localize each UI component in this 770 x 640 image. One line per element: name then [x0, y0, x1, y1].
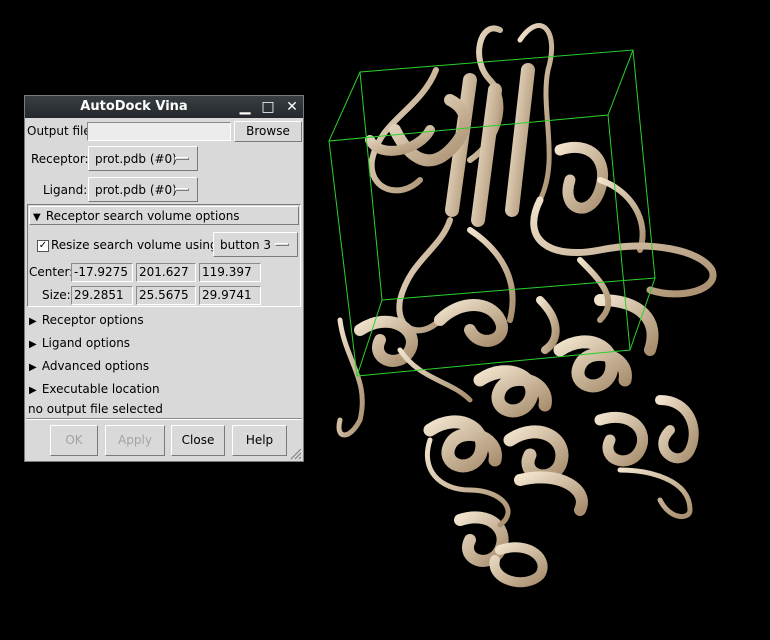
autodock-vina-dialog: AutoDock Vina ▁ □ ✕ Output file: Browse …: [24, 95, 304, 462]
size-y-input[interactable]: 25.5675: [136, 286, 196, 305]
receptor-options-label: Receptor options: [41, 313, 144, 327]
dialog-title: AutoDock Vina: [80, 99, 188, 114]
expand-triangle-icon: ▶: [29, 385, 37, 396]
center-label: Center:: [29, 265, 74, 279]
executable-location-section[interactable]: ▶ Executable location: [29, 382, 160, 396]
receptor-label: Receptor:: [31, 152, 89, 166]
receptor-value: prot.pdb (#0): [95, 152, 177, 166]
output-file-label: Output file:: [27, 124, 95, 138]
button-separator: [26, 418, 302, 420]
dialog-titlebar[interactable]: AutoDock Vina ▁ □ ✕: [25, 96, 303, 118]
apply-button[interactable]: Apply: [105, 425, 165, 456]
size-x-input[interactable]: 29.2851: [71, 286, 133, 305]
minimize-icon[interactable]: ▁: [236, 98, 254, 116]
size-label: Size:: [42, 288, 71, 302]
ligand-select[interactable]: prot.pdb (#0): [88, 177, 198, 202]
resize-volume-checkbox[interactable]: ✓: [37, 240, 49, 252]
close-icon[interactable]: ✕: [283, 98, 301, 116]
size-z-input[interactable]: 29.9741: [199, 286, 261, 305]
search-volume-header-label: Receptor search volume options: [45, 209, 240, 223]
center-y-input[interactable]: 201.627: [136, 263, 196, 282]
collapse-triangle-icon: ▼: [33, 212, 41, 223]
help-button[interactable]: Help: [232, 425, 287, 456]
ligand-label: Ligand:: [43, 183, 88, 197]
maximize-icon[interactable]: □: [259, 98, 277, 116]
expand-triangle-icon: ▶: [29, 362, 37, 373]
expand-triangle-icon: ▶: [29, 316, 37, 327]
resize-grip-icon[interactable]: [290, 448, 302, 460]
close-button[interactable]: Close: [171, 425, 225, 456]
executable-location-label: Executable location: [41, 382, 160, 396]
option-menu-indicator-icon: [175, 188, 189, 191]
resize-volume-label: Resize search volume using: [51, 238, 218, 252]
ligand-value: prot.pdb (#0): [95, 183, 177, 197]
ligand-options-section[interactable]: ▶ Ligand options: [29, 336, 130, 350]
status-text: no output file selected: [28, 402, 163, 416]
expand-triangle-icon: ▶: [29, 339, 37, 350]
search-volume-group: ▼ Receptor search volume options ✓ Resiz…: [27, 204, 301, 307]
ok-button[interactable]: OK: [50, 425, 98, 456]
advanced-options-section[interactable]: ▶ Advanced options: [29, 359, 149, 373]
output-file-input[interactable]: [87, 122, 231, 141]
center-z-input[interactable]: 119.397: [199, 263, 261, 282]
ligand-options-label: Ligand options: [41, 336, 131, 350]
advanced-options-label: Advanced options: [41, 359, 150, 373]
browse-button[interactable]: Browse: [234, 121, 302, 142]
resize-button-select[interactable]: button 3: [213, 232, 298, 257]
receptor-select[interactable]: prot.pdb (#0): [88, 146, 198, 171]
resize-button-value: button 3: [220, 238, 272, 252]
center-x-input[interactable]: -17.9275: [71, 263, 133, 282]
option-menu-indicator-icon: [275, 243, 289, 246]
option-menu-indicator-icon: [175, 157, 189, 160]
search-volume-header[interactable]: ▼ Receptor search volume options: [29, 206, 299, 225]
receptor-options-section[interactable]: ▶ Receptor options: [29, 313, 144, 327]
